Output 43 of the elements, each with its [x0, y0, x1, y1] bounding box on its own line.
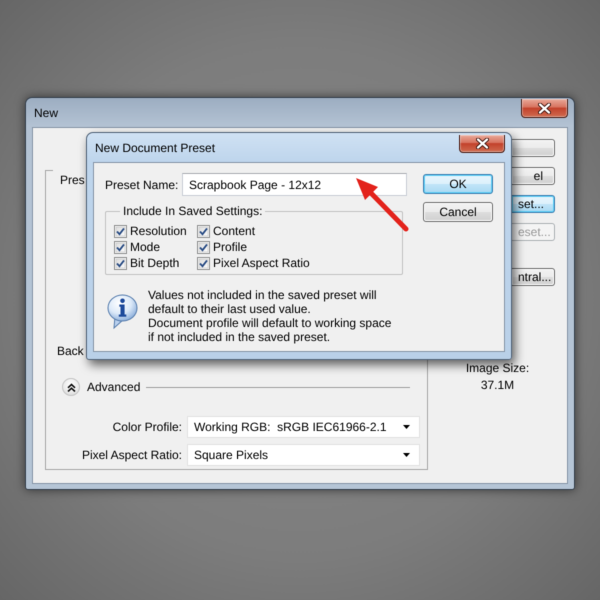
- checkbox[interactable]: [114, 240, 127, 254]
- field-label: Pres: [60, 173, 85, 187]
- close-button[interactable]: [521, 99, 568, 118]
- dialog-title: New Document Preset: [94, 140, 216, 154]
- toggle-button[interactable]: [62, 378, 80, 396]
- checkbox-label: Pixel Aspect Ratio: [213, 256, 310, 270]
- checkbox[interactable]: [197, 240, 210, 254]
- checkbox[interactable]: [114, 256, 127, 270]
- checkbox-label: Content: [213, 224, 256, 238]
- text-field[interactable]: Scrapbook Page - 12x12: [182, 173, 407, 196]
- caret-icon: [403, 453, 410, 457]
- close-icon: [476, 138, 488, 149]
- cancel-button[interactable]: Cancel: [423, 202, 493, 222]
- field-label: Back: [57, 344, 84, 358]
- field-label: Color Profile:: [112, 420, 182, 434]
- image-size-value: 37.1M: [480, 378, 514, 392]
- push-button[interactable]: ntral...: [512, 268, 555, 286]
- push-button[interactable]: [512, 139, 555, 157]
- group-title: Include In Saved Settings:: [122, 204, 264, 218]
- chevrons-up-icon: [66, 382, 76, 392]
- checkbox-label: Mode: [130, 240, 160, 254]
- caret-icon: [403, 425, 410, 429]
- image-size-label: Image Size:: [466, 361, 530, 375]
- checkbox[interactable]: [197, 256, 210, 270]
- checkbox-label: Bit Depth: [130, 256, 180, 270]
- info-icon: [107, 294, 138, 329]
- dropdown[interactable]: Working RGB: sRGB IEC61966-2.1: [187, 416, 420, 438]
- close-icon: [538, 102, 551, 114]
- push-button[interactable]: el: [512, 167, 555, 185]
- push-button[interactable]: set...: [512, 195, 555, 213]
- checkbox-label: Profile: [213, 240, 248, 254]
- dropdown[interactable]: Square Pixels: [187, 444, 420, 466]
- checkbox[interactable]: [197, 224, 210, 238]
- info-text: Document profile will default to working space if not included in the saved preset.: [148, 316, 392, 344]
- field-label: Preset Name:: [105, 178, 180, 192]
- field-label: Pixel Aspect Ratio:: [80, 448, 182, 462]
- ok-button[interactable]: OK: [423, 174, 493, 194]
- info-text: Values not included in the saved preset will default to their last used value.: [148, 288, 378, 316]
- checkbox[interactable]: [114, 224, 127, 238]
- section-label: Advanced: [87, 380, 140, 394]
- window-title: New: [33, 106, 58, 120]
- checkbox-label: Resolution: [130, 224, 187, 238]
- close-button[interactable]: [459, 135, 505, 153]
